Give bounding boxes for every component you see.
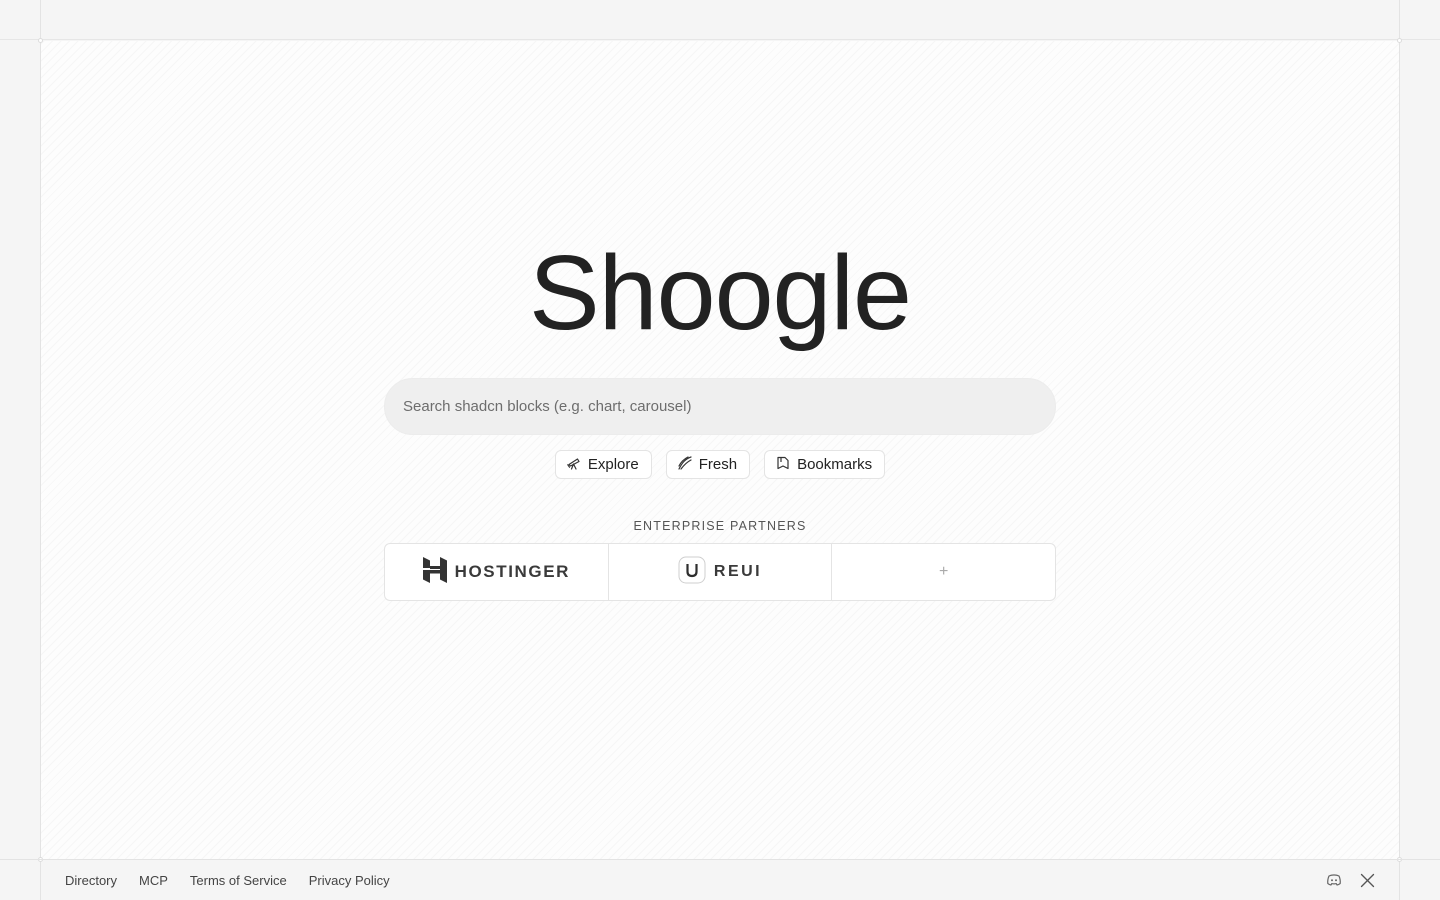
reui-logo-icon bbox=[678, 556, 706, 589]
discord-icon[interactable] bbox=[1326, 872, 1342, 888]
fresh-button[interactable]: Fresh bbox=[665, 450, 751, 479]
footer-link-privacy[interactable]: Privacy Policy bbox=[309, 873, 390, 888]
partner-reui[interactable]: REUI bbox=[607, 544, 832, 600]
footer: Directory MCP Terms of Service Privacy P… bbox=[0, 859, 1440, 900]
footer-links: Directory MCP Terms of Service Privacy P… bbox=[65, 860, 390, 900]
partner-reui-name: REUI bbox=[713, 563, 763, 580]
corner-dot bbox=[1397, 38, 1402, 43]
fresh-label: Fresh bbox=[698, 456, 738, 473]
hostinger-logo-icon bbox=[422, 556, 447, 589]
bookmarks-label: Bookmarks bbox=[797, 456, 873, 473]
quick-links: Explore Fresh Bookmarks bbox=[0, 450, 1440, 479]
partners-title: ENTERPRISE PARTNERS bbox=[633, 519, 807, 533]
footer-link-directory[interactable]: Directory bbox=[65, 873, 117, 888]
explore-label: Explore bbox=[587, 456, 639, 473]
bookmarks-button[interactable]: Bookmarks bbox=[764, 450, 886, 479]
plus-icon: + bbox=[939, 563, 949, 580]
add-partner-button[interactable]: + bbox=[831, 544, 1055, 600]
corner-dot bbox=[38, 38, 43, 43]
footer-link-terms[interactable]: Terms of Service bbox=[190, 873, 287, 888]
x-icon[interactable] bbox=[1360, 873, 1375, 888]
sparkle-icon bbox=[677, 455, 693, 475]
footer-social bbox=[1326, 860, 1375, 900]
search-input[interactable] bbox=[401, 397, 1055, 416]
partner-hostinger-name: HOSTINGER bbox=[454, 562, 571, 581]
partners-strip: HOSTINGER REUI + bbox=[384, 543, 1056, 601]
site-logo: Shoogle bbox=[528, 234, 912, 352]
partner-hostinger[interactable]: HOSTINGER bbox=[385, 544, 608, 600]
search-box[interactable] bbox=[384, 378, 1056, 435]
top-bar bbox=[0, 0, 1440, 40]
explore-button[interactable]: Explore bbox=[554, 450, 652, 479]
footer-link-mcp[interactable]: MCP bbox=[139, 873, 168, 888]
bookmark-icon bbox=[775, 455, 791, 475]
telescope-icon bbox=[566, 455, 582, 475]
